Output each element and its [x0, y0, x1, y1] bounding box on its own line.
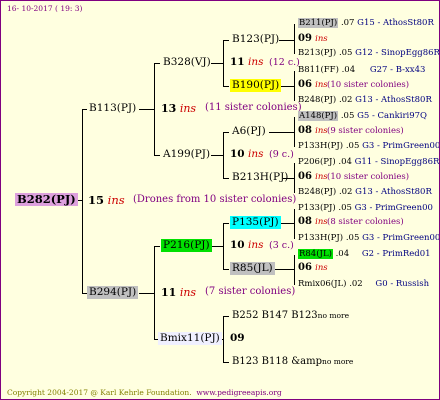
connector — [82, 109, 83, 294]
connector — [154, 63, 160, 64]
root-label[interactable]: B282(PJ) — [15, 193, 78, 206]
gen3-a-note: (12 c.) — [269, 57, 300, 68]
connector — [223, 40, 229, 41]
gen3-c-count: 10 ins — [230, 239, 264, 251]
gen5-row[interactable]: B811(FF) .04 G27 - B-xx43 — [298, 65, 425, 75]
footer-link: www.pedigreeapis.org — [196, 388, 282, 397]
gen4-a2-count: 06 ins — [298, 79, 328, 90]
header-date: 16- 10-2017 ( 19: 3) — [7, 4, 83, 13]
connector — [273, 269, 295, 270]
gen4-c1-count: 08 ins — [298, 216, 328, 227]
connector — [154, 155, 160, 156]
gen3-b-count: 10 ins — [230, 148, 264, 160]
gen5-row[interactable]: R84(JL) .04 G2 - PrimRed01 — [298, 249, 431, 259]
gen4-b1-count: 08 ins — [298, 125, 328, 136]
branch-top-count: 13 ins — [161, 102, 197, 115]
gen4-c2-label[interactable]: R85(JL) — [230, 262, 275, 275]
branch-top-note: (11 sister colonies) — [205, 102, 302, 113]
connector — [139, 293, 155, 294]
connector — [279, 40, 295, 41]
gen4-b1-label[interactable]: A6(PJ) — [230, 125, 268, 138]
connector — [269, 132, 295, 133]
gen3-a-label[interactable]: B328(VJ) — [161, 56, 213, 69]
connector — [211, 246, 224, 247]
branch-bottom-count: 11 ins — [161, 286, 197, 299]
gen4-d2-label[interactable]: B123 B118 &ampno more — [230, 355, 355, 368]
gen3-d-label[interactable]: Bmix11(PJ) — [158, 332, 222, 345]
pedigree-frame: 16- 10-2017 ( 19: 3) B282(PJ) 15 ins (Dr… — [0, 0, 440, 400]
connector — [223, 132, 229, 133]
connector — [294, 255, 295, 285]
gen5-row[interactable]: P133H(PJ) .05 G3 - PrimGreen00 — [298, 141, 439, 151]
connector — [211, 155, 224, 156]
gen4-b1-note: (9 sister colonies) — [327, 126, 404, 136]
gen5-row[interactable]: A148(PJ) .05 G5 - Cankiri97Q — [298, 111, 427, 121]
gen3-c-note: (3 c.) — [269, 240, 294, 251]
gen5-row[interactable]: P133H(PJ) .05 G3 - PrimGreen00 — [298, 233, 439, 243]
gen4-a2-note: (10 sister colonies) — [327, 80, 410, 90]
connector — [223, 178, 229, 179]
connector — [139, 109, 155, 110]
gen5-row[interactable]: B211(PJ) .07 G15 - AthosSt80R — [298, 18, 434, 28]
connector — [279, 223, 295, 224]
connector — [211, 63, 224, 64]
gen4-b2-count: 06 ins — [298, 171, 328, 182]
gen5-row[interactable]: B213(PJ) .05 G12 - SinopEgg86R — [298, 48, 439, 58]
gen4-a2-label[interactable]: B190(PJ) — [230, 79, 282, 92]
gen3-b-note: (9 c.) — [269, 149, 294, 160]
connector — [223, 362, 229, 363]
gen4-a1-label[interactable]: B123(PJ) — [230, 33, 281, 46]
gen4-b2-note: (10 sister colonies) — [327, 172, 410, 182]
gen3-c-label[interactable]: P216(PJ) — [161, 239, 212, 252]
branch-top-label[interactable]: B113(PJ) — [87, 102, 138, 115]
branch-bottom-label[interactable]: B294(PJ) — [87, 286, 139, 299]
gen4-c2-count: 06 ins — [298, 262, 328, 273]
gen5-row[interactable]: P206(PJ) .04 G11 - SinopEgg86R — [298, 157, 439, 167]
connector — [223, 316, 229, 317]
connector — [223, 269, 229, 270]
connector — [154, 246, 160, 247]
gen4-b2-label[interactable]: B213H(PJ) — [230, 171, 290, 184]
connector — [294, 24, 295, 54]
gen3-a-count: 11 ins — [230, 56, 264, 68]
root-count: 15 ins — [88, 193, 125, 207]
gen4-d1-label[interactable]: B252 B147 B123no more — [230, 309, 351, 322]
gen5-row[interactable]: B248(PJ) .02 G13 - AthosSt80R — [298, 187, 432, 197]
connector — [223, 223, 229, 224]
gen5-row[interactable]: B248(PJ) .02 G13 - AthosSt80R — [298, 95, 432, 105]
root-note: (Drones from 10 sister colonies) — [133, 194, 297, 205]
connector — [294, 209, 295, 239]
connector — [279, 86, 295, 87]
gen5-row[interactable]: Rmix06(JL) .02 G0 - Russish — [298, 279, 429, 289]
gen3-b-label[interactable]: A199(PJ) — [161, 148, 212, 161]
gen3-d-count: 09 — [230, 332, 245, 344]
footer: Copyright 2004-2017 @ Karl Kehrle Founda… — [7, 388, 282, 397]
gen4-c1-label[interactable]: P135(PJ) — [230, 216, 281, 229]
branch-bottom-note: (7 sister colonies) — [205, 286, 296, 297]
connector — [223, 86, 229, 87]
gen5-row[interactable]: P133(PJ) .05 G3 - PrimGreen00 — [298, 203, 433, 213]
gen4-a1-count: 09 ins — [298, 33, 328, 44]
gen4-c1-note: (8 sister colonies) — [327, 217, 404, 227]
